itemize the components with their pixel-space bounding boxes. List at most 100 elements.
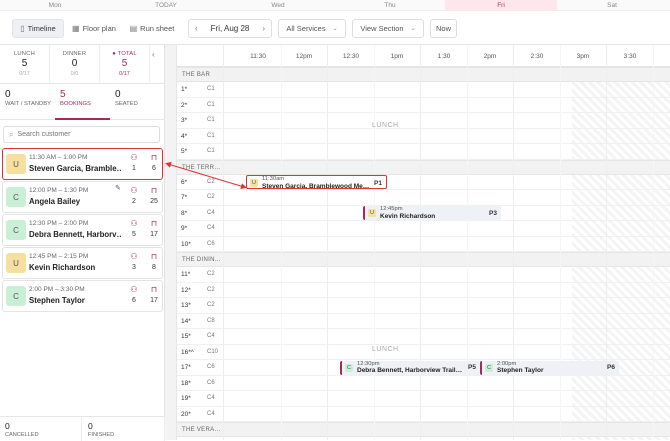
chevron-left-icon[interactable]: ‹ [195,24,198,33]
stat-total[interactable]: ● TOTAL 5 0/17 [100,45,150,84]
reservation-name: Kevin Richardson [380,212,436,220]
table-row[interactable]: 12* C2 [177,283,670,298]
date-label[interactable]: Fri, Aug 28 [211,24,250,33]
table-capacity: C4 [207,395,215,401]
table-icon: ⊓ [150,219,158,228]
collapse-sidebar-icon[interactable]: ‹ [152,50,155,59]
table-row[interactable]: 19* C4 [177,391,670,407]
tab-wait-standby[interactable]: 0 WAIT / STANDBY [0,84,55,120]
floor-plan-button[interactable]: ▦ Floor plan [66,19,122,38]
table-capacity: C4 [207,225,215,231]
table-row[interactable]: 5* C1 [177,144,670,160]
booking-card[interactable]: U 12:45 PM – 2:15 PM Kevin Richardson ⚇ 3 ⊓ 8 [2,247,163,279]
table-row[interactable]: 16*^ C10 [177,345,670,360]
section-header[interactable]: THE VERA… [177,422,670,437]
avatar: U [6,253,26,273]
table-row[interactable]: 15* C4 [177,329,670,345]
booking-card[interactable]: C 2:00 PM – 3:30 PM Stephen Taylor ⚇ 6 ⊓ 17 [2,280,163,312]
tab-bookings[interactable]: 5 BOOKINGS [55,84,110,120]
table-row[interactable]: 10* C6 [177,237,670,252]
bookings-sidebar: LUNCH 5 0/17 DINNER 0 0/0 ● TOTAL 5 0/17… [0,45,165,441]
table-number: 25 [150,198,158,205]
day-today[interactable]: TODAY [155,2,177,9]
avatar: C [6,187,26,207]
table-name: 9* [181,225,188,232]
day-thu[interactable]: Thu [384,2,395,9]
now-button[interactable]: Now [430,19,457,38]
stat-label: CANCELLED [5,432,39,438]
stat-lunch[interactable]: LUNCH 5 0/17 [0,45,50,84]
table-name: 8* [181,209,188,217]
table-number: 17 [150,297,158,304]
party-size: ⚇ 2 [127,186,141,205]
time-tick: 2pm [483,53,497,60]
party-size-badge: P1 [374,179,382,187]
table-capacity: C4 [207,333,215,339]
table-capacity: C1 [207,132,215,139]
stat-label: DINNER [62,51,87,57]
reservation-block[interactable]: U 11:30am Steven Garcia, Bramblewood Me… P1 [246,175,387,190]
section-header[interactable]: THE DININ… [177,252,670,267]
section-header[interactable]: THE TERR… [177,159,670,175]
reservation-name: Stephen Taylor [497,367,544,374]
table-number: 17 [150,231,158,238]
table-row[interactable]: 20* C4 [177,407,670,422]
stat-finished[interactable]: 0 FINISHED [83,417,165,441]
section-label: THE DININ… [182,257,221,263]
book-icon: ▯ [20,24,25,33]
grid-line [467,45,468,440]
grid-line [223,45,224,440]
tab-label: SEATED [115,101,138,107]
table-row[interactable]: 1* C1 [177,82,670,98]
table-name: 12* [181,286,191,294]
booking-card[interactable]: C 12:00 PM – 1:30 PM Angela Bailey ✎ ⚇ 2 ⊓ 25 [2,181,163,213]
party-size-badge: P5 [468,364,476,371]
run-sheet-button[interactable]: ▤ Run sheet [124,19,180,38]
day-fri[interactable]: Fri [497,2,505,9]
party-count: 5 [132,231,136,238]
table-row[interactable]: 13* C2 [177,298,670,314]
stat-cancelled[interactable]: 0 CANCELLED [0,417,82,441]
chevron-down-icon: ⌄ [332,26,338,32]
party-count: 3 [132,264,136,271]
stat-label: FINISHED [88,432,115,438]
reservation-time: 12:30pm [357,360,380,367]
reservation-block[interactable]: U 12:45pm Kevin Richardson P3 [363,206,501,220]
search-input[interactable] [17,131,148,138]
table-capacity: C6 [207,379,215,386]
booking-card[interactable]: C 12:30 PM – 2:00 PM Debra Bennett, Harbor… [2,214,163,246]
day-sat[interactable]: Sat [607,2,617,9]
table-row[interactable]: 9* C4 [177,221,670,237]
services-dropdown[interactable]: All Services ⌄ [278,19,346,38]
table-name: 6* [181,178,188,186]
table-row[interactable]: 18* C6 [177,376,670,391]
table-row[interactable]: 3* C1 [177,113,670,129]
stat-dinner[interactable]: DINNER 0 0/0 [50,45,100,84]
table-row[interactable]: 7* C2 [177,190,670,206]
party-size-badge: P3 [489,209,497,217]
service-stats: LUNCH 5 0/17 DINNER 0 0/0 ● TOTAL 5 0/17… [0,45,165,84]
party-count: 1 [132,165,136,172]
tab-seated[interactable]: 0 SEATED [110,84,165,120]
table-row[interactable]: 4* C1 [177,129,670,144]
chevron-right-icon[interactable]: › [262,24,265,33]
day-wed[interactable]: Wed [271,2,284,9]
search-box: ⌕ [3,126,160,143]
time-tick: 12pm [295,53,313,60]
booking-card[interactable]: U 11:30 AM – 1:00 PM Steven Garcia, Brambl… [2,148,163,180]
table-number: 6 [152,165,156,172]
grid-line [606,45,607,440]
section-dropdown[interactable]: View Section ⌄ [352,19,424,38]
timeline-button[interactable]: ▯ Timeline [12,19,64,38]
guests-icon: ⚇ [130,186,138,195]
reservation-block[interactable]: C 2:00pm Stephen Taylor P6 [480,360,619,375]
stat-value: 0 [5,421,10,431]
table-row[interactable]: 14* C8 [177,314,670,329]
day-mon[interactable]: Mon [49,2,62,9]
grid-line [374,45,375,440]
section-header[interactable]: THE BAR [177,67,670,82]
table-row[interactable]: 11* C2 [177,267,670,283]
table-row[interactable]: 2* C1 [177,98,670,113]
reservation-block[interactable]: C 12:30pm Debra Bennett, Harborview Trail…… [340,360,480,375]
chevron-down-icon: ⌄ [410,26,416,32]
